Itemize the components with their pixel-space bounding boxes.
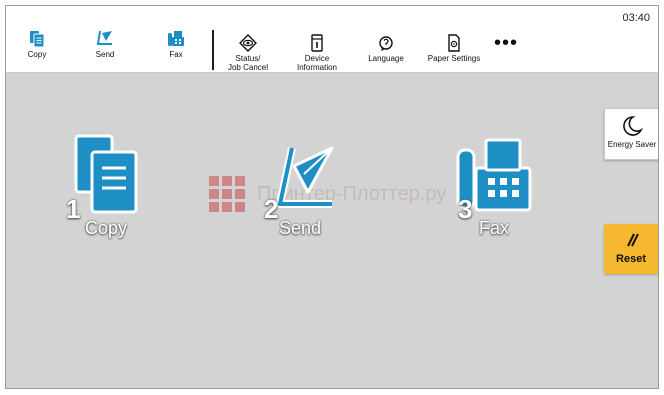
toolbar-fax-button[interactable]: Fax	[159, 6, 193, 72]
toolbar-copy-label: Copy	[27, 50, 47, 59]
moon-icon	[623, 116, 643, 136]
tile-copy[interactable]: 1 Copy	[66, 134, 146, 239]
clock: 03:40	[622, 12, 650, 24]
device-info-icon	[310, 30, 324, 52]
tile-fax-label: Fax	[478, 218, 509, 238]
reset-slash-icon	[627, 233, 639, 247]
toolbar-send-button[interactable]: Send	[88, 6, 122, 72]
top-toolbar: 03:40 Copy Send Fax Status/ Job Cancel D…	[6, 6, 658, 73]
watermark-logo-icon	[209, 176, 245, 212]
toolbar-language-button[interactable]: Language	[362, 6, 410, 72]
toolbar-divider	[212, 30, 214, 70]
tile-send-label: Send	[278, 218, 322, 238]
status-eye-icon	[239, 30, 257, 52]
tile-send-number: 2	[264, 194, 279, 224]
device-screen: 03:40 Copy Send Fax Status/ Job Cancel D…	[5, 5, 659, 389]
language-icon	[378, 30, 394, 52]
toolbar-language-label: Language	[368, 54, 404, 63]
fax-icon	[167, 26, 185, 48]
paper-settings-icon	[447, 30, 461, 52]
toolbar-status-label: Status/ Job Cancel	[227, 54, 269, 72]
toolbar-device-information-button[interactable]: Device Information	[289, 6, 345, 72]
energy-saver-button[interactable]: Energy Saver	[604, 108, 658, 160]
tile-copy-number: 1	[66, 194, 81, 224]
toolbar-device-info-label: Device Information	[296, 54, 338, 72]
toolbar-status-job-cancel-button[interactable]: Status/ Job Cancel	[222, 6, 274, 72]
copy-icon	[29, 26, 45, 48]
toolbar-fax-label: Fax	[169, 50, 183, 59]
reset-label: Reset	[616, 253, 646, 265]
toolbar-copy-button[interactable]: Copy	[20, 6, 54, 72]
tile-fax-number: 3	[458, 194, 473, 224]
tile-copy-label: Copy	[84, 218, 128, 238]
copy-large-icon	[74, 134, 138, 214]
more-menu-button[interactable]: •••	[494, 33, 518, 53]
toolbar-send-label: Send	[95, 50, 115, 59]
tile-send[interactable]: 2 Send	[260, 134, 340, 239]
toolbar-paper-settings-button[interactable]: Paper Settings	[424, 6, 484, 72]
send-icon	[96, 26, 114, 48]
energy-saver-label: Energy Saver	[607, 140, 657, 149]
reset-button[interactable]: Reset	[604, 224, 658, 274]
tile-fax[interactable]: 3 Fax	[452, 134, 536, 239]
toolbar-paper-settings-label: Paper Settings	[427, 54, 481, 63]
